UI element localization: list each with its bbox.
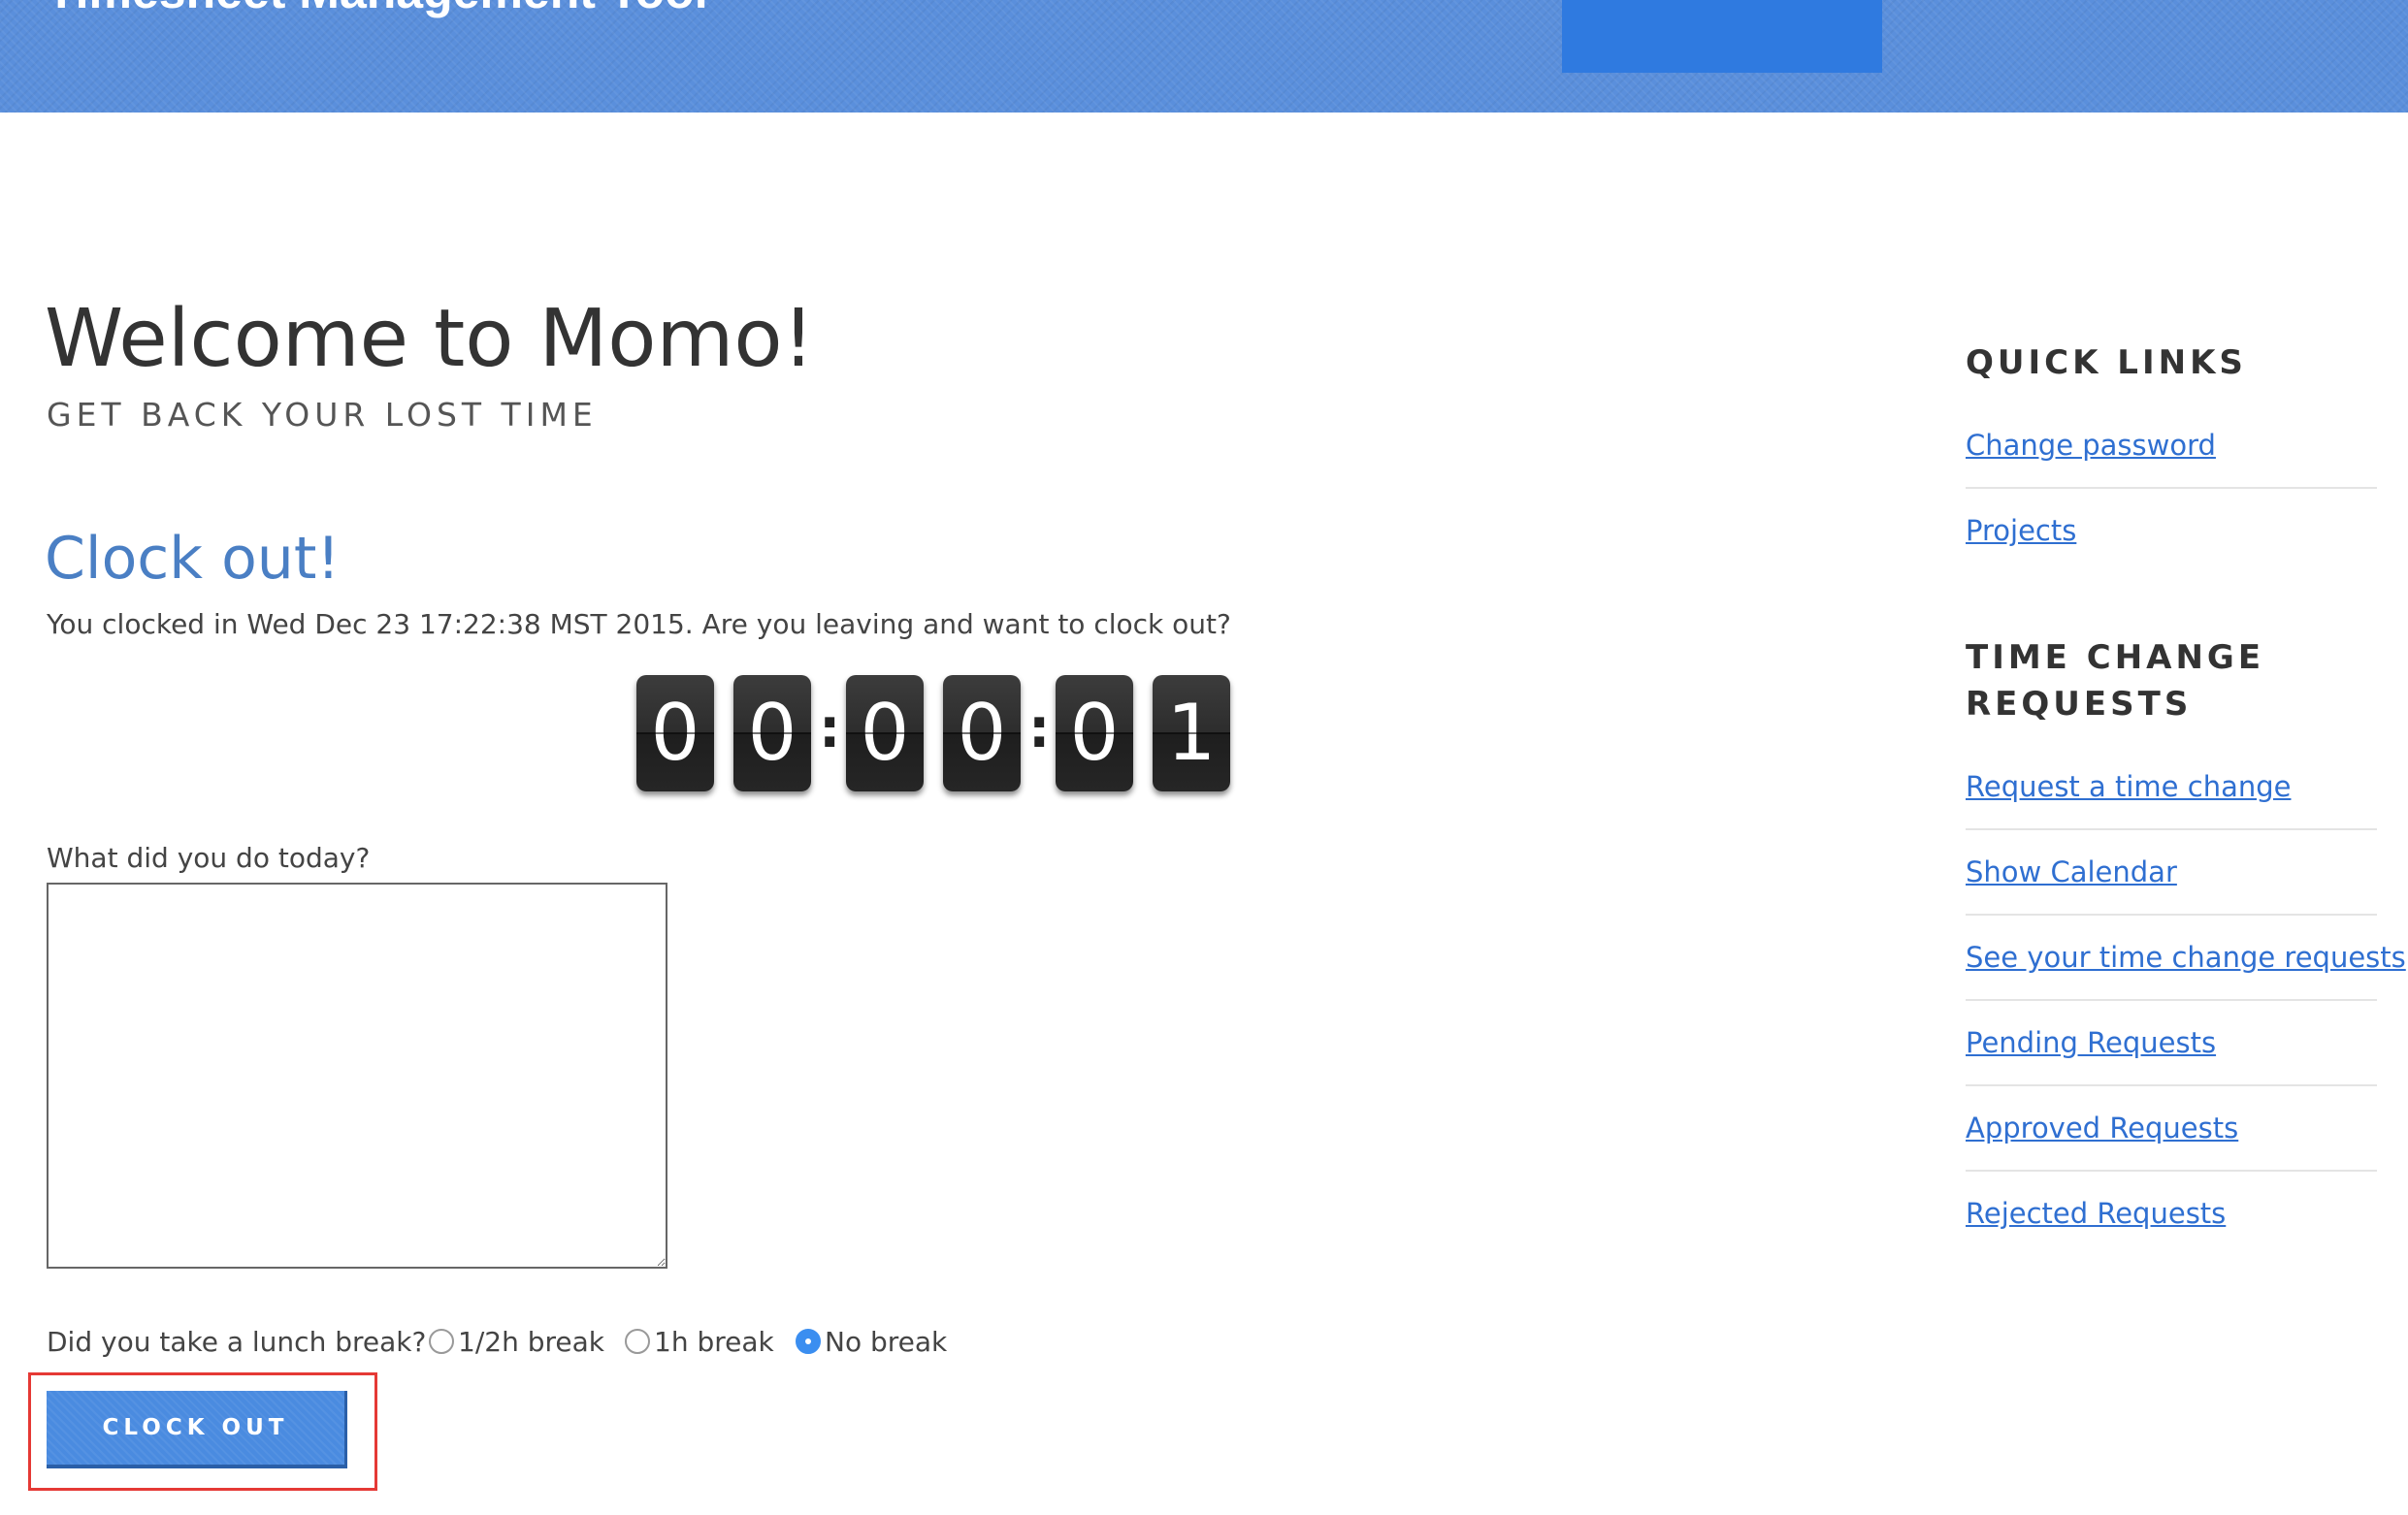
clock-out-heading: Clock out! (45, 525, 341, 593)
list-item: Pending Requests (1966, 1001, 2377, 1086)
radio-no-break[interactable]: No break (796, 1321, 947, 1364)
radio-one-hour-break[interactable]: 1h break (625, 1321, 774, 1364)
timer-digit: 1 (1153, 675, 1230, 791)
timer-digit: 0 (733, 675, 811, 791)
clock-in-description: You clocked in Wed Dec 23 17:22:38 MST 2… (47, 608, 1231, 640)
lunch-break-group: Did you take a lunch break? 1/2h break 1… (47, 1321, 1114, 1364)
request-time-change-link[interactable]: Request a time change (1966, 770, 2291, 803)
radio-label: 1/2h break (458, 1326, 604, 1358)
page-title: Welcome to Momo! (45, 293, 815, 385)
radio-unchecked-icon[interactable] (429, 1329, 454, 1354)
quick-links-heading: QUICK LINKS (1966, 343, 2247, 382)
list-item: Rejected Requests (1966, 1172, 2377, 1257)
timer-separator: : (1028, 697, 1051, 760)
radio-label: No break (825, 1326, 948, 1358)
pending-requests-link[interactable]: Pending Requests (1966, 1026, 2216, 1059)
list-item: Show Calendar (1966, 830, 2377, 916)
app-title: Timesheet Management Tool (47, 0, 708, 19)
show-calendar-link[interactable]: Show Calendar (1966, 855, 2177, 888)
heading-line: TIME CHANGE (1966, 638, 2265, 677)
timer-separator: : (819, 697, 841, 760)
clock-out-button[interactable]: CLOCK OUT (47, 1391, 347, 1468)
change-password-link[interactable]: Change password (1966, 429, 2216, 462)
list-item: Approved Requests (1966, 1086, 2377, 1172)
radio-checked-icon[interactable] (796, 1329, 821, 1354)
timer-digit: 0 (846, 675, 924, 791)
list-item: Change password (1966, 403, 2377, 489)
quick-links-list: Change password Projects (1966, 403, 2377, 574)
timer-digit: 0 (1056, 675, 1133, 791)
time-change-links-list: Request a time change Show Calendar See … (1966, 745, 2406, 1257)
projects-link[interactable]: Projects (1966, 514, 2076, 547)
radio-half-hour-break[interactable]: 1/2h break (429, 1321, 604, 1364)
top-banner: Timesheet Management Tool (0, 0, 2408, 113)
see-time-change-requests-link[interactable]: See your time change requests (1966, 941, 2406, 974)
radio-label: 1h break (654, 1326, 774, 1358)
notes-label: What did you do today? (47, 842, 371, 874)
sidebar: QUICK LINKS Change password Projects TIM… (1966, 339, 2406, 1257)
list-item: See your time change requests (1966, 916, 2406, 1001)
header-nav-block[interactable] (1562, 0, 1882, 73)
heading-line: REQUESTS (1966, 685, 2193, 724)
elapsed-timer: 0 0 : 0 0 : 0 1 (636, 675, 1238, 795)
list-item: Projects (1966, 489, 2377, 574)
time-change-requests-heading: TIME CHANGE REQUESTS (1966, 634, 2377, 727)
approved-requests-link[interactable]: Approved Requests (1966, 1112, 2238, 1144)
radio-unchecked-icon[interactable] (625, 1329, 650, 1354)
list-item: Request a time change (1966, 745, 2377, 830)
timer-digit: 0 (943, 675, 1021, 791)
rejected-requests-link[interactable]: Rejected Requests (1966, 1197, 2226, 1230)
notes-textarea[interactable] (47, 883, 667, 1269)
lunch-break-label: Did you take a lunch break? (47, 1326, 427, 1358)
page-subtitle: GET BACK YOUR LOST TIME (47, 396, 598, 434)
timer-digit: 0 (636, 675, 714, 791)
